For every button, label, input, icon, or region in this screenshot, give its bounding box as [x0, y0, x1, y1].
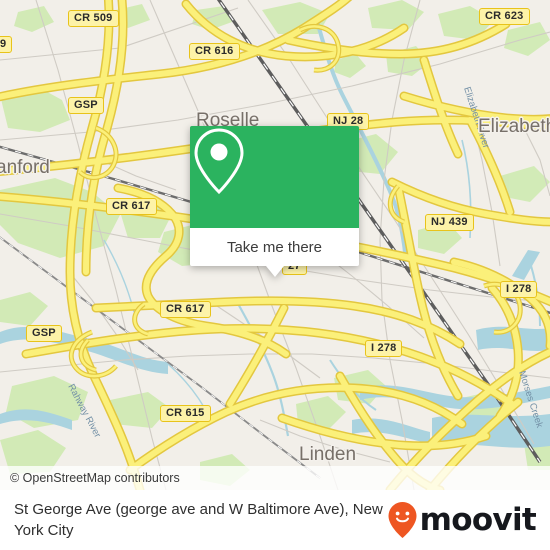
moovit-logo[interactable]: moovit [387, 501, 537, 539]
road-shield: 9 [0, 36, 13, 53]
road-shield: I 278 [500, 281, 538, 298]
map-canvas[interactable]: Elizabeth River Rahway River Morses Creek … [0, 0, 550, 490]
road-shield: NJ 439 [425, 214, 474, 231]
take-me-there-button[interactable]: Take me there [190, 228, 359, 266]
popup-pointer [265, 266, 284, 277]
road-shield: I 278 [365, 340, 403, 357]
place-label: Elizabeth [478, 116, 550, 137]
road-shield: CR 616 [189, 43, 240, 60]
take-me-there-label: Take me there [226, 238, 323, 256]
road-shield: CR 509 [68, 10, 119, 27]
moovit-wordmark: moovit [419, 501, 537, 538]
map-pin-icon [194, 128, 244, 195]
location-title: St George Ave (george ave and W Baltimor… [14, 501, 383, 539]
road-shield: CR 617 [160, 301, 211, 318]
place-label: Linden [299, 444, 357, 465]
road-shield: GSP [26, 325, 62, 342]
moovit-map-screen: Elizabeth River Rahway River Morses Creek … [0, 0, 550, 550]
place-label: anford [0, 157, 50, 178]
road-shield: CR 623 [479, 8, 530, 25]
bottom-info-bar: Elizabeth RiverRahway RiverMorses Creek … [0, 490, 550, 550]
road-shield: CR 615 [160, 405, 211, 422]
road-shield: GSP [68, 97, 104, 114]
destination-popup-card[interactable]: Take me there [190, 126, 359, 277]
osm-attribution-text[interactable]: © OpenStreetMap contributors [0, 471, 180, 485]
popup-header [190, 126, 359, 228]
moovit-pin-icon [388, 502, 417, 538]
map-attribution-bar: © OpenStreetMap contributors [0, 466, 550, 490]
road-shield: CR 617 [106, 198, 157, 215]
